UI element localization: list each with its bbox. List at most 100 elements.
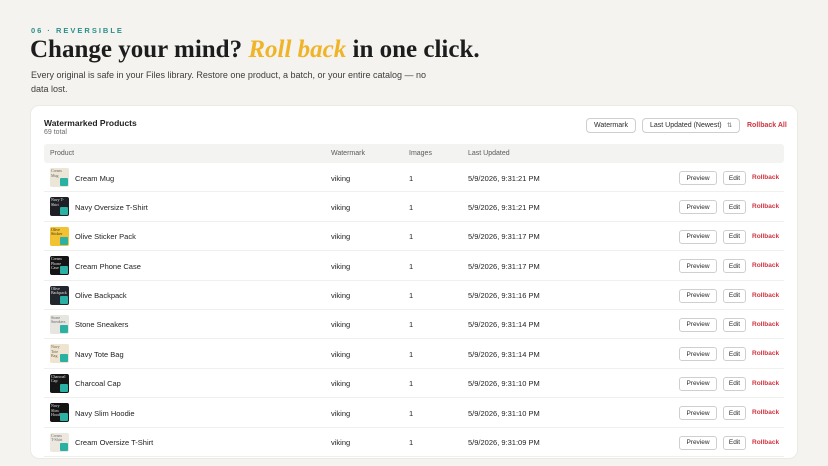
preview-button[interactable]: Preview (679, 406, 717, 421)
product-thumbnail: Navy T-Shirt (50, 197, 69, 217)
watermark-name: viking (331, 320, 351, 330)
preview-button-label: Preview (686, 350, 710, 358)
watermark-name: viking (331, 408, 351, 418)
products-card: Watermarked Products 69 total Watermark … (31, 106, 797, 458)
edit-button[interactable]: Edit (723, 376, 746, 391)
edit-button-label: Edit (728, 203, 741, 211)
preview-button-label: Preview (686, 409, 710, 417)
watermark-badge-icon (60, 207, 68, 216)
watermark-badge-icon (60, 442, 68, 451)
rollback-button[interactable]: Rollback (752, 350, 779, 357)
product-thumbnail: Cream T-Shirt (50, 432, 69, 452)
edit-button[interactable]: Edit (723, 171, 746, 185)
watermark-name: viking (331, 232, 351, 242)
table-row: Navy T-Shirt Navy Oversize T-Shirt vikin… (44, 192, 784, 222)
watermark-name: viking (331, 261, 351, 271)
preview-button-label: Preview (686, 262, 710, 270)
rollback-all-button[interactable]: Rollback All (747, 122, 787, 129)
preview-button[interactable]: Preview (679, 200, 717, 215)
product-count: 69 total (44, 129, 67, 136)
edit-button[interactable]: Edit (723, 200, 746, 215)
page-subtext: Every original is safe in your Files lib… (31, 70, 427, 94)
watermark-badge-icon (60, 413, 68, 422)
preview-button-label: Preview (686, 203, 710, 211)
rollback-button[interactable]: Rollback (752, 203, 779, 210)
section-eyebrow: 06 · REVERSIBLE (31, 26, 124, 35)
edit-button[interactable]: Edit (723, 288, 746, 303)
watermark-badge-icon (60, 324, 68, 333)
header-watermark: Watermark (331, 150, 365, 157)
last-updated: 5/9/2026, 9:31:09 PM (468, 438, 540, 448)
preview-button[interactable]: Preview (679, 229, 717, 244)
watermark-badge-icon (60, 266, 68, 275)
preview-button[interactable]: Preview (679, 376, 717, 391)
edit-button[interactable]: Edit (723, 435, 746, 450)
product-name: Cream Phone Case (75, 261, 141, 271)
edit-button[interactable]: Edit (723, 406, 746, 421)
edit-button-label: Edit (728, 350, 741, 358)
rollback-button[interactable]: Rollback (752, 174, 779, 181)
preview-button-label: Preview (686, 174, 710, 182)
product-name: Navy Slim Hoodie (75, 408, 135, 418)
table-row: Charcoal Cap Charcoal Cap viking 1 5/9/2… (44, 369, 784, 399)
edit-button-label: Edit (728, 174, 741, 182)
watermark-badge-icon (60, 178, 68, 186)
edit-button[interactable]: Edit (723, 317, 746, 332)
preview-button-label: Preview (686, 439, 710, 447)
rollback-button[interactable]: Rollback (752, 262, 779, 269)
watermark-name: viking (331, 379, 351, 389)
watermark-badge-icon (60, 295, 68, 304)
image-count: 1 (409, 408, 414, 418)
page-headline: Change your mind? Roll back in one click… (30, 36, 480, 64)
preview-button[interactable]: Preview (679, 347, 717, 362)
thumbnail-label: Cream T-Shirt (51, 432, 63, 443)
preview-button[interactable]: Preview (679, 435, 717, 450)
sort-select-value: Last Updated (Newest) (650, 122, 722, 129)
edit-button-label: Edit (728, 233, 741, 241)
edit-button[interactable]: Edit (723, 347, 746, 362)
product-name: Cream Mug (75, 173, 115, 183)
table-row: Cream T-Shirt Cream Oversize T-Shirt vik… (44, 428, 784, 457)
product-name: Stone Sneakers (75, 320, 129, 330)
rollback-button[interactable]: Rollback (752, 292, 779, 299)
edit-button-label: Edit (728, 292, 741, 300)
header-last-updated: Last Updated (468, 150, 510, 157)
edit-button[interactable]: Edit (723, 229, 746, 244)
updown-chevron-icon: ⇅ (726, 123, 732, 129)
preview-button[interactable]: Preview (679, 317, 717, 332)
product-thumbnail: Charcoal Cap (50, 373, 69, 393)
image-count: 1 (409, 379, 414, 389)
sort-select[interactable]: Last Updated (Newest) ⇅ (642, 118, 740, 133)
preview-button-label: Preview (686, 321, 710, 329)
product-name: Charcoal Cap (75, 379, 121, 389)
headline-post: in one click. (352, 36, 480, 63)
product-name: Navy Oversize T-Shirt (75, 202, 148, 212)
product-thumbnail: Navy Slim Hoodie (50, 403, 69, 423)
rollback-button[interactable]: Rollback (752, 233, 779, 240)
watermark-name: viking (331, 438, 351, 448)
rollback-button[interactable]: Rollback (752, 439, 779, 446)
product-thumbnail: Navy Tote Bag (50, 344, 69, 364)
header-images: Images (409, 150, 432, 157)
last-updated: 5/9/2026, 9:31:10 PM (468, 408, 540, 418)
header-product: Product (50, 150, 75, 157)
edit-button[interactable]: Edit (723, 259, 746, 274)
last-updated: 5/9/2026, 9:31:16 PM (468, 291, 540, 301)
edit-button-label: Edit (728, 262, 741, 270)
rollback-button[interactable]: Rollback (752, 409, 779, 416)
table-header: Product Watermark Images Last Updated (44, 144, 784, 163)
image-count: 1 (409, 173, 414, 183)
last-updated: 5/9/2026, 9:31:14 PM (468, 320, 540, 330)
preview-button[interactable]: Preview (679, 259, 717, 274)
rollback-button[interactable]: Rollback (752, 380, 779, 387)
preview-button-label: Preview (686, 292, 710, 300)
preview-button[interactable]: Preview (679, 171, 717, 185)
watermark-button[interactable]: Watermark (586, 118, 636, 133)
last-updated: 5/9/2026, 9:31:10 PM (468, 379, 540, 389)
rollback-button[interactable]: Rollback (752, 321, 779, 328)
table-row: Stone Sneakers Stone Sneakers viking 1 5… (44, 310, 784, 340)
preview-button[interactable]: Preview (679, 288, 717, 303)
product-thumbnail: Olive Sticker (50, 226, 69, 246)
thumbnail-label: Cream Mug (51, 168, 62, 178)
product-name: Navy Tote Bag (75, 349, 124, 359)
